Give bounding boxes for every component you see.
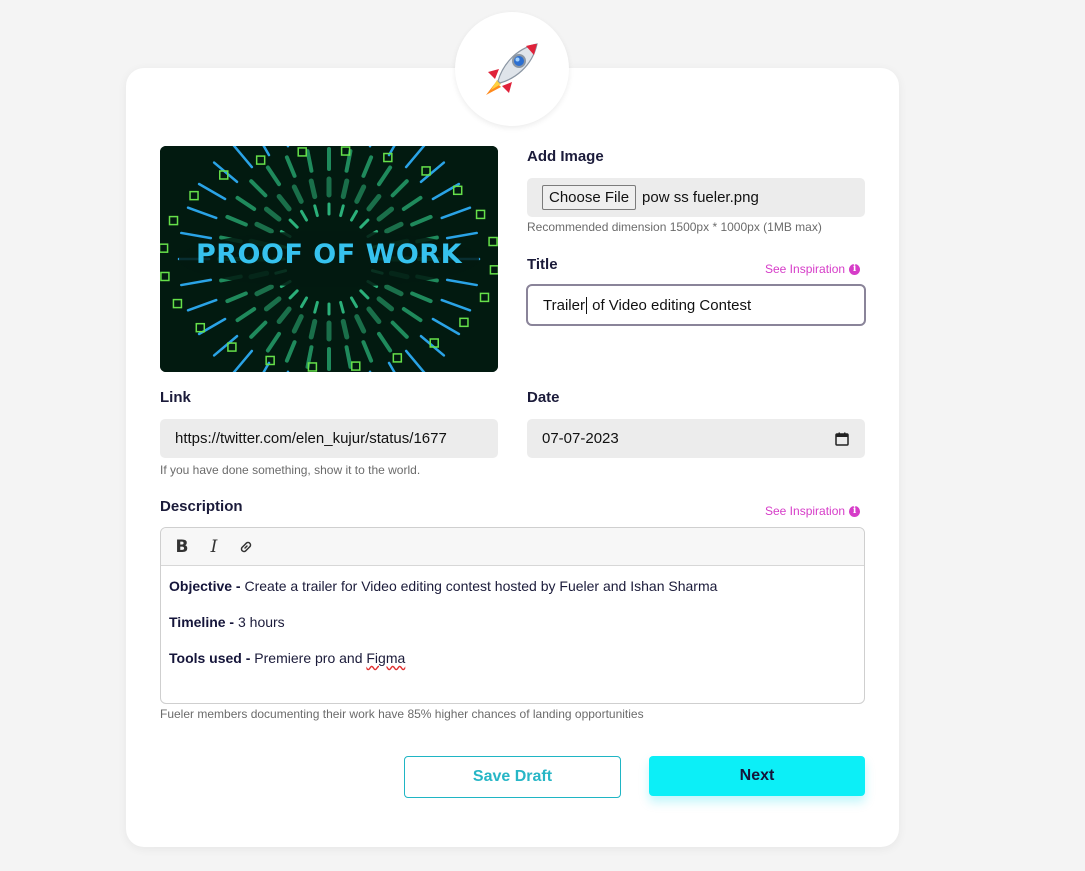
link-hint: If you have done something, show it to t… — [160, 463, 421, 477]
date-label: Date — [527, 389, 560, 406]
see-inspiration-text: See Inspiration — [765, 262, 846, 276]
selected-file-name: pow ss fueler.png — [642, 189, 759, 206]
italic-icon[interactable]: I — [205, 537, 223, 557]
info-icon: i — [849, 505, 861, 517]
link-icon[interactable] — [237, 537, 255, 557]
title-text-after-caret: of Video editing Contest — [587, 296, 752, 314]
text-caret — [585, 296, 587, 314]
editor-content[interactable]: Objective - Create a trailer for Video e… — [161, 566, 864, 698]
title-input[interactable]: Trailer of Video editing Contest — [526, 284, 866, 326]
page: PROOF OF WORK Add Image Choose File pow … — [0, 0, 1085, 871]
see-inspiration-text: See Inspiration — [765, 504, 846, 518]
preview-title-text: PROOF OF WORK — [195, 239, 463, 270]
next-button[interactable]: Next — [649, 756, 865, 796]
description-label: Description — [160, 498, 243, 515]
timeline-line: Timeline - 3 hours — [169, 614, 856, 631]
objective-text: Create a trailer for Video editing conte… — [240, 578, 718, 594]
description-editor: B I Objective - Create a trailer for Vid… — [160, 527, 865, 704]
add-image-label: Add Image — [527, 148, 604, 165]
save-draft-button[interactable]: Save Draft — [404, 756, 621, 798]
rocket-badge — [455, 12, 569, 126]
choose-file-button[interactable]: Choose File — [542, 185, 637, 210]
objective-line: Objective - Create a trailer for Video e… — [169, 578, 856, 595]
bold-icon[interactable]: B — [173, 537, 191, 557]
link-input[interactable]: https://twitter.com/elen_kujur/status/16… — [160, 419, 498, 458]
title-text-before-caret: Trailer — [543, 296, 585, 314]
link-label: Link — [160, 389, 191, 406]
tools-text: Premiere pro and — [250, 650, 367, 666]
title-see-inspiration-link[interactable]: See Inspiration i — [765, 262, 861, 276]
timeline-label: Timeline - — [169, 614, 235, 630]
timeline-text: 3 hours — [234, 614, 285, 630]
link-value: https://twitter.com/elen_kujur/status/16… — [175, 430, 447, 447]
editor-toolbar: B I — [161, 528, 864, 566]
info-icon: i — [849, 263, 861, 275]
tools-label: Tools used - — [169, 650, 251, 666]
objective-label: Objective - — [169, 578, 241, 594]
date-value: 07-07-2023 — [542, 430, 619, 447]
date-input[interactable]: 07-07-2023 — [527, 419, 865, 458]
rocket-icon — [486, 43, 538, 95]
image-preview: PROOF OF WORK — [160, 146, 498, 372]
tools-line: Tools used - Premiere pro and Figma — [169, 650, 856, 667]
image-file-input[interactable]: Choose File pow ss fueler.png — [527, 178, 865, 217]
description-hint: Fueler members documenting their work ha… — [160, 707, 644, 721]
image-dimension-hint: Recommended dimension 1500px * 1000px (1… — [527, 220, 822, 234]
description-see-inspiration-link[interactable]: See Inspiration i — [765, 504, 861, 518]
misspelled-word: Figma — [366, 650, 406, 666]
calendar-icon[interactable] — [835, 432, 849, 446]
title-label: Title — [527, 256, 558, 273]
